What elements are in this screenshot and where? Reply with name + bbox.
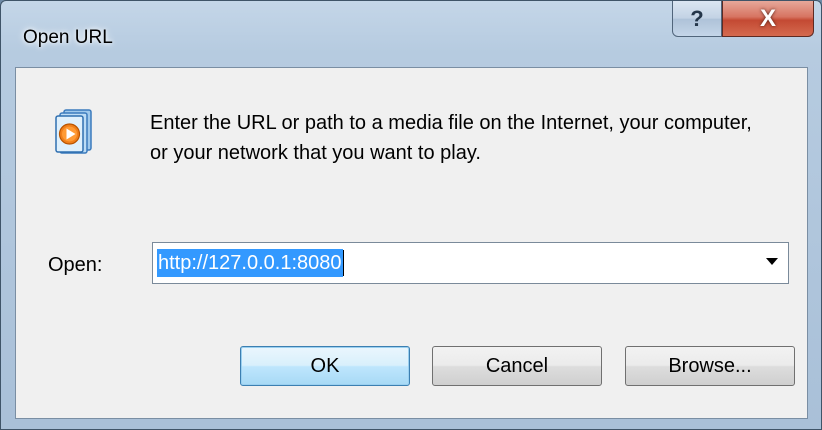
title-bar-buttons: ? X bbox=[672, 1, 814, 39]
open-label: Open: bbox=[48, 254, 103, 276]
dropdown-arrow-icon[interactable] bbox=[766, 258, 778, 265]
windows-media-player-icon bbox=[55, 109, 92, 154]
close-icon: X bbox=[759, 4, 776, 32]
open-url-dialog: Open URL ? X Enter the URL or path to a … bbox=[0, 0, 822, 430]
close-button[interactable]: X bbox=[722, 1, 814, 37]
url-input[interactable]: http://127.0.0.1:8080 bbox=[157, 249, 344, 277]
dialog-body: Enter the URL or path to a media file on… bbox=[15, 67, 808, 419]
help-icon: ? bbox=[690, 5, 704, 31]
browse-button[interactable]: Browse... bbox=[625, 346, 795, 386]
title-bar[interactable]: Open URL ? X bbox=[1, 1, 821, 67]
cancel-button[interactable]: Cancel bbox=[432, 346, 602, 386]
ok-button[interactable]: OK bbox=[240, 346, 410, 386]
window-title: Open URL bbox=[23, 27, 113, 48]
url-combobox[interactable]: http://127.0.0.1:8080 bbox=[152, 242, 789, 284]
text-caret bbox=[342, 250, 344, 276]
url-input-value: http://127.0.0.1:8080 bbox=[157, 249, 343, 277]
help-button[interactable]: ? bbox=[672, 1, 722, 37]
dialog-message: Enter the URL or path to a media file on… bbox=[150, 112, 752, 164]
